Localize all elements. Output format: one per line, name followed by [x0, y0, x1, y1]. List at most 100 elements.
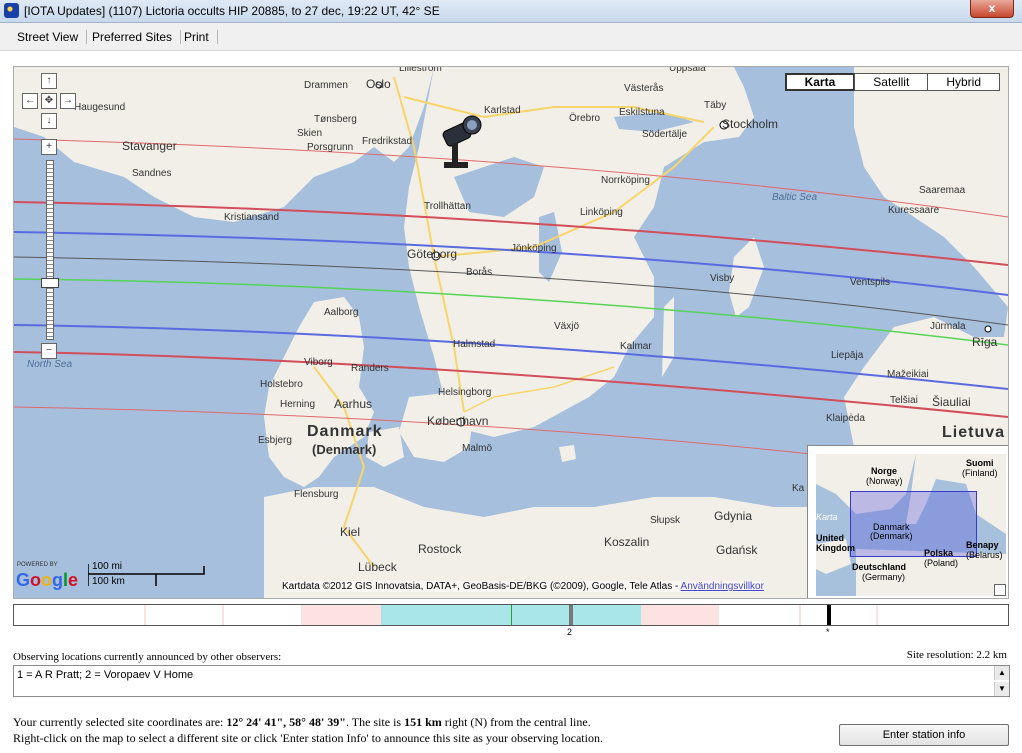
scroll-up-icon[interactable]: ▲ [994, 666, 1009, 680]
site-distance: 151 km [404, 715, 442, 729]
label-helsingborg: Helsingborg [438, 387, 492, 398]
app-icon [4, 3, 19, 18]
label-jurmala: Jūrmala [930, 321, 966, 332]
label-kobenhavn: København [427, 414, 489, 428]
label-riga: Rīga [972, 335, 998, 349]
label-drammen: Drammen [304, 80, 348, 91]
label-sodertalje: Södertälje [642, 129, 688, 140]
timeline-pink-left [301, 605, 381, 625]
menu-preferred-sites[interactable]: Preferred Sites [84, 30, 182, 44]
pan-right-button[interactable]: → [60, 93, 76, 109]
occultation-timeline[interactable] [13, 604, 1009, 626]
menu-print[interactable]: Print [176, 30, 218, 44]
site-mid: . The site is [345, 715, 405, 729]
timeline-segment [799, 605, 801, 625]
ov-label-poland: (Poland) [924, 558, 959, 568]
label-aalborg: Aalborg [324, 307, 359, 318]
label-malmo: Malmö [462, 443, 493, 454]
zoom-out-button[interactable]: − [41, 343, 57, 359]
land-bornholm [559, 445, 576, 462]
label-lillestrom: Lillestrom [399, 66, 442, 74]
pan-up-button[interactable]: ↑ [41, 73, 57, 89]
window-title: [IOTA Updates] (1107) Lictoria occults H… [24, 4, 440, 18]
label-kristiansand: Kristiansand [224, 212, 280, 223]
label-ventspils: Ventspils [850, 277, 891, 288]
observers-list[interactable]: 1 = A R Pratt; 2 = Voropaev V Home ▲ ▼ [13, 665, 1010, 697]
label-orebro: Örebro [569, 113, 601, 124]
overview-viewport[interactable] [850, 491, 977, 557]
timeline-pink-right [641, 605, 719, 625]
label-gdynia: Gdynia [714, 509, 753, 523]
label-koszalin: Koszalin [604, 535, 650, 549]
timeline-site-label: 2 [567, 627, 573, 637]
label-esbjerg: Esbjerg [258, 435, 292, 446]
ov-label-norway: (Norway) [866, 476, 903, 486]
timeline-segment [222, 605, 224, 625]
label-viborg: Viborg [304, 357, 333, 368]
pan-down-button[interactable]: ↓ [41, 113, 57, 129]
label-tonsberg: Tønsberg [314, 114, 357, 125]
overview-toggle-icon[interactable] [994, 584, 1006, 596]
zoom-slider-handle[interactable] [41, 278, 59, 288]
label-jonkoping: Jönköping [511, 243, 557, 254]
close-button[interactable]: x [970, 0, 1014, 18]
timeline-current-label: * [826, 627, 830, 637]
zoom-slider-track[interactable] [46, 160, 54, 340]
label-sandnes: Sandnes [132, 168, 172, 179]
label-randers: Randers [351, 363, 389, 374]
ov-label-norge: Norge [871, 466, 898, 476]
label-lubeck: Lübeck [358, 560, 397, 574]
overview-map[interactable]: Norge (Norway) Suomi (Finland) Karta Dan… [807, 445, 1008, 598]
label-oslo: Oslo [366, 77, 391, 91]
label-haugesund: Haugesund [74, 102, 126, 113]
pan-left-button[interactable]: ← [22, 93, 38, 109]
label-vasteras: Västerås [624, 83, 664, 94]
ov-label-denmark: (Denmark) [870, 531, 913, 541]
label-trollhattan: Trollhättan [424, 201, 471, 212]
map-type-karta[interactable]: Karta [784, 73, 856, 91]
site-resolution: Site resolution: 2.2 km [906, 649, 1007, 661]
title-bar: [IOTA Updates] (1107) Lictoria occults H… [0, 0, 1022, 23]
label-karlstad: Karlstad [484, 105, 521, 116]
timeline-segment [876, 605, 878, 625]
timeline-site-marker [569, 605, 573, 625]
site-intro: Your currently selected site coordinates… [13, 715, 227, 729]
pan-center-button[interactable]: ✥ [41, 93, 57, 109]
map-type-satellit[interactable]: Satellit [854, 73, 929, 91]
label-north-sea: North Sea [27, 359, 73, 370]
enter-station-info-button[interactable]: Enter station info [839, 724, 1009, 746]
google-logo[interactable]: Google [16, 570, 78, 591]
map-type-hybrid[interactable]: Hybrid [927, 73, 1000, 91]
scale-miles-label: 100 mi [92, 561, 123, 572]
label-slupsk: Słupsk [650, 515, 681, 526]
label-herning: Herning [280, 399, 316, 410]
label-taby: Täby [704, 100, 727, 111]
label-stockholm: Stockholm [722, 117, 779, 131]
label-fredrikstad: Fredrikstad [362, 136, 413, 147]
zoom-in-button[interactable]: + [41, 139, 57, 155]
label-eskilstuna: Eskilstuna [619, 107, 665, 118]
label-holstebro: Holstebro [260, 379, 303, 390]
ov-label-karta: Karta [816, 512, 838, 522]
label-mazeikiai: Mažeikiai [887, 369, 929, 380]
map-scale-bar: 100 mi 100 km [88, 561, 208, 588]
label-siauliai: Šiauliai [932, 395, 971, 409]
map-view[interactable]: Lillestrom Uppsala Drammen Oslo Västerås… [13, 66, 1009, 599]
label-klaipeda: Klaipėda [826, 413, 865, 424]
label-denmark: (Denmark) [312, 442, 377, 457]
site-instruction: Right-click on the map to select a diffe… [13, 731, 603, 745]
menu-street-view[interactable]: Street View [9, 30, 88, 44]
label-baltic-sea: Baltic Sea [772, 192, 818, 203]
scroll-down-icon[interactable]: ▼ [994, 682, 1009, 696]
observers-list-text: 1 = A R Pratt; 2 = Voropaev V Home [17, 669, 194, 681]
ov-label-united: United [816, 533, 844, 543]
land-jutland [264, 297, 374, 487]
scale-km-label: 100 km [92, 576, 125, 587]
label-gdansk: Gdańsk [716, 543, 758, 557]
ov-label-belarus: (Belarus) [966, 550, 1003, 560]
menu-bar: Street View Preferred Sites Print [0, 23, 1022, 51]
ov-label-deutschland: Deutschland [852, 562, 907, 572]
terms-link[interactable]: Användningsvillkor [681, 581, 764, 592]
ov-label-suomi: Suomi [966, 458, 994, 468]
label-porsgrunn: Porsgrunn [307, 142, 354, 153]
